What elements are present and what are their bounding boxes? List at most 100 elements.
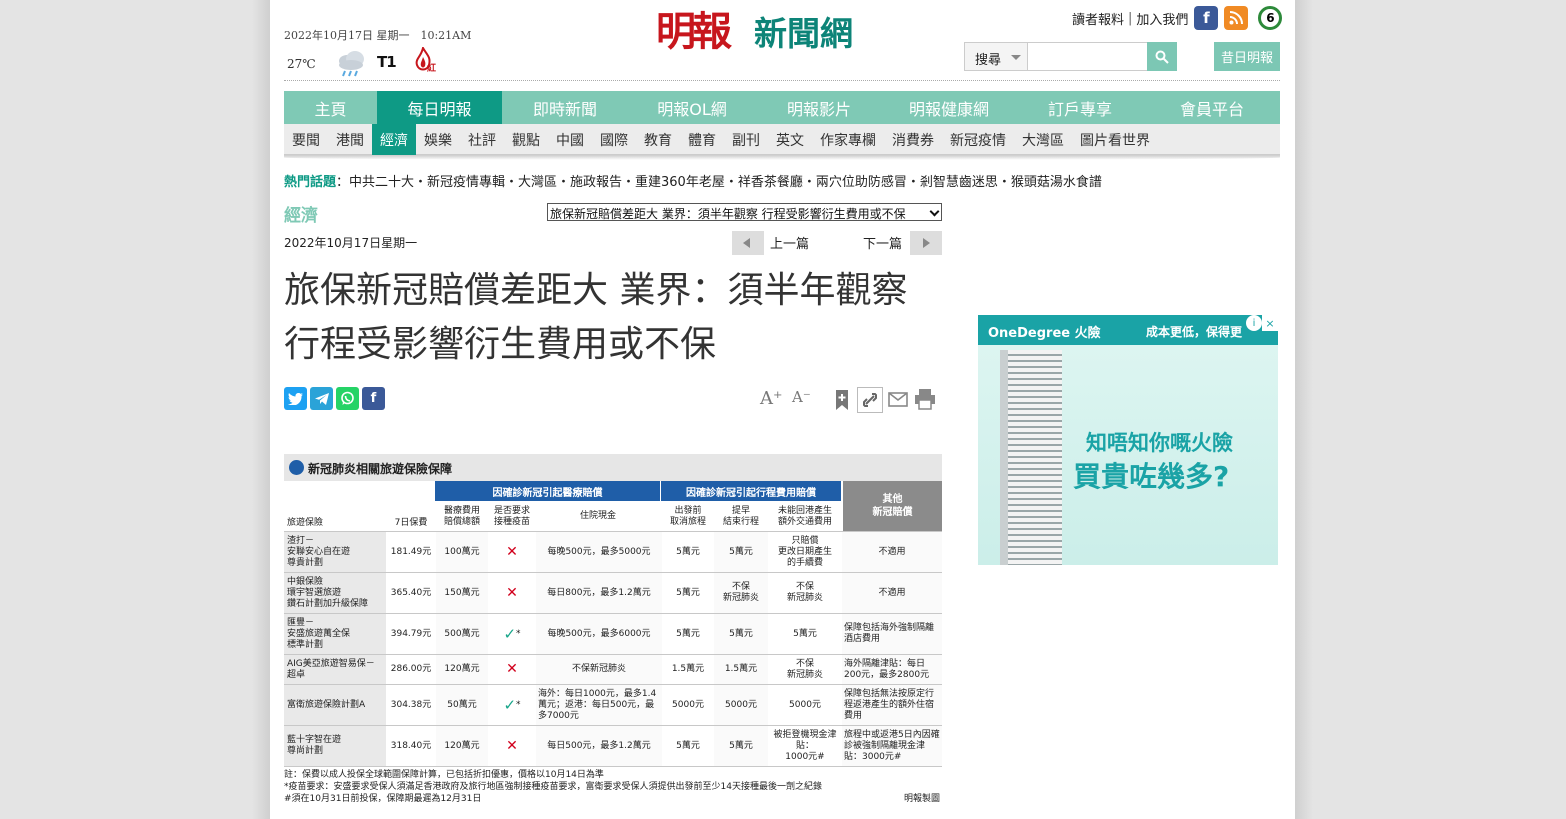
building-image	[1000, 350, 1062, 565]
sub-nav-item[interactable]: 國際	[592, 124, 636, 155]
main-nav-item-daily[interactable]: 每日明報	[377, 91, 502, 124]
sub-nav-item-active[interactable]: 經濟	[372, 124, 416, 155]
search-input[interactable]	[1027, 42, 1148, 71]
sub-nav-item[interactable]: 新冠疫情	[942, 124, 1014, 155]
facebook-icon[interactable]: f	[1194, 6, 1219, 30]
extra-transport: 只賠償 更改日期產生 的手續費	[777, 535, 832, 568]
other-cover: 保障包括無法按原定行程返港產生的額外住宿費用	[842, 685, 942, 725]
col-header-medical: 醫療費用 賠償總額	[443, 505, 480, 527]
insurance-table-figure: 新冠肺炎相關旅遊保險保障 因確診新冠引起醫療賠償 因確診新冠引起行程費用賠償 其…	[284, 454, 942, 810]
past-issue-button[interactable]: 昔日明報	[1214, 42, 1280, 71]
font-larger-icon[interactable]: A⁺	[760, 388, 783, 412]
main-nav-item-video[interactable]: 明報影片	[756, 91, 882, 124]
facebook-share-icon[interactable]: f	[362, 387, 385, 410]
feedback-link[interactable]: 讀者報料	[1072, 9, 1124, 28]
article-select[interactable]: 旅保新冠賠償差距大 業界：須半年觀察 行程受影響衍生費用或不保	[547, 203, 942, 221]
prev-article-link[interactable]: 上一篇	[770, 233, 809, 252]
rss-icon[interactable]	[1224, 6, 1249, 30]
table-row: AIG美亞旅遊智易保－ 超卓 286.00元 120萬元 ✕ 不保新冠肺炎 1.…	[284, 654, 942, 684]
extra-transport: 5萬元	[793, 628, 817, 639]
medical-total: 50萬元	[436, 685, 488, 725]
channel-6-icon[interactable]: 6	[1258, 6, 1283, 30]
medical-total: 500萬元	[436, 614, 488, 654]
search-button[interactable]	[1147, 42, 1177, 71]
advertisement[interactable]: OneDegree 火險 成本更低，保得更 i × 知唔知你嘅火險 買貴咗幾多?	[978, 315, 1278, 565]
main-nav-item-member[interactable]: 會員平台	[1144, 91, 1280, 124]
sub-nav-item[interactable]: 港聞	[328, 124, 372, 155]
next-arrow-icon[interactable]	[910, 231, 942, 255]
vaccine-cross-icon: ✕	[506, 543, 518, 560]
sub-nav-item[interactable]: 消費券	[884, 124, 942, 155]
cancel-trip: 5萬元	[676, 546, 700, 557]
sub-nav-item[interactable]: 副刊	[724, 124, 768, 155]
temperature: 27℃	[287, 57, 316, 71]
hot-topics-label: 熱門話題	[284, 175, 337, 190]
group-header-medical: 因確診新冠引起醫療賠償	[435, 481, 660, 501]
table-note: 註：保費以成人投保全球範圍保障計算，已包括折扣優惠，價格以10月14日為準	[284, 770, 604, 780]
main-nav-item-ol[interactable]: 明報OL網	[628, 91, 756, 124]
search-icon	[1155, 50, 1169, 64]
page: 2022年10月17日 星期一 10:21AM 27℃ T1 紅 明報 新聞網 …	[270, 0, 1295, 819]
medical-total: 120萬元	[436, 655, 488, 684]
extra-transport: 5000元	[789, 699, 821, 710]
prev-arrow-icon[interactable]	[732, 231, 764, 255]
main-nav-item-instant[interactable]: 即時新聞	[502, 91, 628, 124]
sub-nav-item[interactable]: 圖片看世界	[1072, 124, 1158, 155]
group-header-other: 其他 新冠賠償	[843, 481, 942, 531]
font-smaller-icon[interactable]: A⁻	[792, 388, 811, 412]
hot-topics-links[interactable]: ：中共二十大・新冠疫情專輯・大灣區・施政報告・重建360年老屋・祥香茶餐廳・兩穴…	[336, 175, 1102, 190]
divider	[284, 80, 1280, 81]
header-date: 2022年10月17日 星期一 10:21AM	[284, 29, 472, 42]
main-nav-item-home[interactable]: 主頁	[284, 91, 377, 124]
table-note: *疫苗要求：安盛要求受保人須滿足香港政府及旅行地區強制接種疫苗要求，富衛要求受保…	[284, 782, 822, 792]
table-row: 匯豐－ 安盛旅遊萬全保 標準計劃 394.79元 500萬元 ✓ * 每晚500元…	[284, 613, 942, 654]
sub-nav-item[interactable]: 英文	[768, 124, 812, 155]
search-scope-label: 搜尋	[975, 53, 1002, 68]
vaccine-cross-icon: ✕	[506, 737, 518, 754]
ad-close-icon[interactable]: ×	[1262, 315, 1278, 331]
table-notes: 註：保費以成人投保全球範圍保障計算，已包括折扣優惠，價格以10月14日為準 *疫…	[284, 769, 942, 805]
site-logo[interactable]: 明報 新聞網	[656, 8, 876, 58]
sub-nav-item[interactable]: 中國	[548, 124, 592, 155]
join-us-link[interactable]: 加入我們	[1136, 9, 1188, 28]
early-end: 5萬元	[714, 726, 768, 766]
cancel-trip: 5萬元	[676, 740, 700, 751]
sub-nav-item[interactable]: 娛樂	[416, 124, 460, 155]
twitter-icon[interactable]	[284, 387, 307, 410]
hospital-cash: 每日800元，最多1.2萬元	[536, 573, 662, 613]
sub-nav-item[interactable]: 要聞	[284, 124, 328, 155]
bookmark-icon[interactable]	[834, 389, 850, 411]
other-cover: 旅程中或返港5日內因確診被強制隔離現金津貼：3000元#	[842, 726, 942, 766]
plan-name: 中銀保險 環宇智選旅遊 鑽石計劃加升級保障	[284, 573, 386, 613]
vaccine-cross-icon: ✕	[506, 661, 518, 677]
table-row: 藍十字智在遊 尊尚計劃 318.40元 120萬元 ✕ 每日500元，最多1.2…	[284, 725, 942, 767]
ad-headline-1: 知唔知你嘅火險	[1086, 431, 1233, 455]
email-icon[interactable]	[888, 392, 908, 407]
sub-nav-item[interactable]: 社評	[460, 124, 504, 155]
main-nav-item-health[interactable]: 明報健康網	[882, 91, 1016, 124]
sub-nav-item[interactable]: 大灣區	[1014, 124, 1072, 155]
sub-nav-item[interactable]: 體育	[680, 124, 724, 155]
print-icon[interactable]	[914, 388, 936, 410]
early-end: 1.5萬元	[714, 655, 768, 684]
col-header-transport: 未能回港產生 額外交通費用	[777, 505, 832, 527]
sub-nav-item[interactable]: 觀點	[504, 124, 548, 155]
whatsapp-icon[interactable]	[336, 387, 359, 410]
premium: 286.00元	[386, 655, 436, 684]
sub-nav-item[interactable]: 教育	[636, 124, 680, 155]
sub-nav-item[interactable]: 作家專欄	[812, 124, 884, 155]
plan-name: 富衛旅遊保險計劃A	[284, 685, 386, 725]
main-nav-item-subscriber[interactable]: 訂戶專享	[1016, 91, 1144, 124]
ad-info-icon[interactable]: i	[1246, 315, 1262, 331]
telegram-icon[interactable]	[310, 387, 333, 410]
col-header-hospital: 住院現金	[579, 511, 616, 521]
fire-warning-label: 紅	[427, 64, 437, 74]
nav-shadow	[284, 155, 1280, 160]
cancel-trip: 5000元	[672, 699, 704, 710]
link-icon[interactable]	[857, 387, 883, 413]
fire-warning-icon: 紅	[413, 45, 447, 77]
search-scope-select[interactable]: 搜尋	[964, 42, 1028, 71]
plan-name: AIG美亞旅遊智易保－ 超卓	[284, 655, 386, 684]
article-select-value: 旅保新冠賠償差距大 業界：須半年觀察 行程受影響衍生費用或不保	[550, 207, 906, 221]
next-article-link[interactable]: 下一篇	[863, 233, 902, 252]
